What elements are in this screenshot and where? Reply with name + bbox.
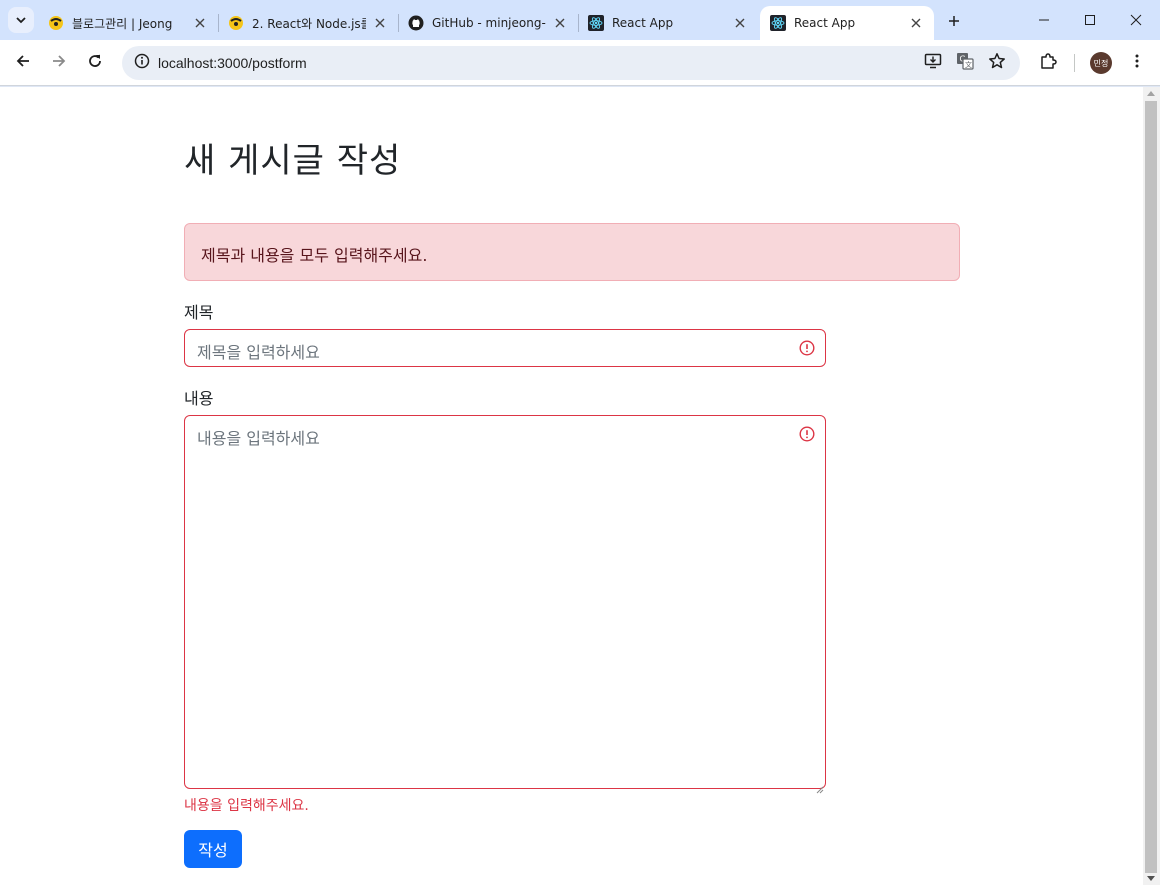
page-content: 새 게시글 작성 제목과 내용을 모두 입력해주세요. 제목 제목을 입력하세요… bbox=[0, 87, 1143, 885]
maximize-icon bbox=[1084, 11, 1096, 30]
reload-button[interactable] bbox=[81, 49, 109, 77]
close-icon bbox=[1130, 11, 1142, 30]
react-icon bbox=[770, 15, 786, 31]
address-bar[interactable]: localhost:3000/postform G文 bbox=[122, 46, 1020, 80]
puzzle-icon bbox=[1039, 52, 1057, 74]
tab-github[interactable]: GitHub - minjeong- bbox=[398, 6, 578, 40]
title-placeholder: 제목을 입력하세요 bbox=[197, 343, 320, 362]
title-label: 제목 bbox=[184, 303, 214, 322]
title-input[interactable]: 제목을 입력하세요 bbox=[184, 329, 826, 367]
minimize-icon bbox=[1038, 11, 1050, 30]
bee-logo-icon bbox=[48, 15, 64, 31]
close-icon[interactable] bbox=[552, 15, 568, 31]
react-icon bbox=[588, 15, 604, 31]
tab-react-app[interactable]: React App bbox=[578, 6, 758, 40]
content-feedback: 내용을 입력해주세요. bbox=[184, 798, 309, 814]
error-icon bbox=[799, 426, 815, 442]
close-icon[interactable] bbox=[732, 15, 748, 31]
tab-strip: 블로그관리 | Jeong 2. React와 Node.js를 GitHub … bbox=[0, 0, 1160, 40]
bee-logo-icon bbox=[228, 15, 244, 31]
profile-avatar[interactable]: 민정 bbox=[1090, 52, 1112, 74]
url-text: localhost:3000/postform bbox=[158, 55, 307, 71]
close-window-button[interactable] bbox=[1113, 6, 1159, 34]
info-icon bbox=[134, 53, 150, 73]
close-icon[interactable] bbox=[372, 15, 388, 31]
translate-icon: G文 bbox=[956, 52, 974, 74]
scroll-down-icon[interactable] bbox=[1147, 876, 1155, 881]
install-app-icon bbox=[924, 52, 942, 74]
tab-title: React App bbox=[612, 16, 674, 30]
toolbar-divider bbox=[1074, 54, 1075, 72]
tab-title: 2. React와 Node.js를 bbox=[252, 16, 366, 31]
tab-search-button[interactable] bbox=[8, 7, 34, 33]
star-icon bbox=[988, 52, 1006, 74]
page-title: 새 게시글 작성 bbox=[184, 141, 402, 181]
content-placeholder: 내용을 입력하세요 bbox=[197, 429, 320, 448]
new-tab-button[interactable] bbox=[942, 9, 966, 33]
arrow-right-icon bbox=[51, 53, 67, 73]
content-textarea[interactable]: 내용을 입력하세요 bbox=[184, 415, 826, 794]
bookmark-button[interactable] bbox=[984, 50, 1010, 76]
tab-react-app-active[interactable]: React App bbox=[760, 6, 934, 40]
close-icon[interactable] bbox=[908, 15, 924, 31]
content-label: 내용 bbox=[184, 389, 214, 408]
browser-toolbar: localhost:3000/postform G文 민정 bbox=[0, 40, 1160, 86]
arrow-left-icon bbox=[15, 53, 31, 73]
resize-handle-icon[interactable] bbox=[816, 779, 824, 794]
tab-blog-admin[interactable]: 블로그관리 | Jeong bbox=[38, 6, 218, 40]
tab-title: React App bbox=[794, 16, 856, 30]
forward-button[interactable] bbox=[45, 49, 73, 77]
scroll-thumb[interactable] bbox=[1145, 101, 1157, 873]
extensions-button[interactable] bbox=[1034, 49, 1062, 77]
tab-react-node[interactable]: 2. React와 Node.js를 bbox=[218, 6, 398, 40]
reload-icon bbox=[87, 53, 103, 73]
scroll-up-icon[interactable] bbox=[1147, 91, 1155, 96]
install-app-button[interactable] bbox=[920, 50, 946, 76]
error-icon bbox=[799, 340, 815, 356]
minimize-button[interactable] bbox=[1021, 6, 1067, 34]
menu-button[interactable] bbox=[1123, 49, 1151, 77]
close-icon[interactable] bbox=[192, 15, 208, 31]
submit-button[interactable]: 작성 bbox=[184, 830, 242, 868]
plus-icon bbox=[948, 12, 960, 31]
svg-text:文: 文 bbox=[965, 60, 972, 69]
back-button[interactable] bbox=[9, 49, 37, 77]
vertical-scrollbar[interactable] bbox=[1143, 87, 1160, 885]
site-info-button[interactable] bbox=[128, 49, 156, 77]
tab-title: GitHub - minjeong- bbox=[432, 16, 546, 30]
translate-button[interactable]: G文 bbox=[952, 50, 978, 76]
github-icon bbox=[408, 15, 424, 31]
tab-title: 블로그관리 | Jeong bbox=[72, 16, 173, 31]
more-vertical-icon bbox=[1129, 53, 1145, 73]
chevron-down-icon bbox=[15, 11, 27, 30]
maximize-button[interactable] bbox=[1067, 6, 1113, 34]
error-alert: 제목과 내용을 모두 입력해주세요. bbox=[184, 223, 960, 281]
